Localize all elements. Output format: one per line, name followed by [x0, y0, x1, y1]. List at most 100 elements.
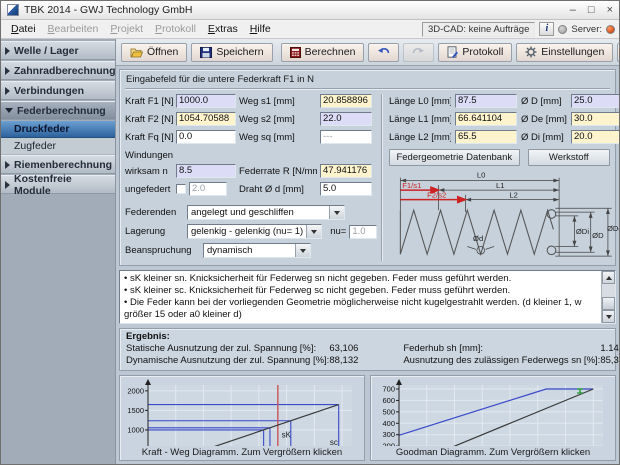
weg-s1-input[interactable]: 20.858896	[320, 94, 372, 108]
menu-datei[interactable]: Datei	[5, 21, 42, 37]
protokoll-button[interactable]: Protokoll	[438, 43, 512, 62]
cad-status-field: 3D-CAD: keine Aufträge	[422, 22, 535, 37]
info-button[interactable]: i	[539, 22, 554, 36]
dim-de-label: ØDe	[607, 224, 620, 233]
menu-extras[interactable]: Extras	[202, 21, 244, 37]
chevron-down-icon[interactable]	[329, 206, 344, 219]
kraft-f1-input[interactable]: 1000.0	[176, 94, 236, 108]
menubar: Datei Bearbeiten Projekt Protokoll Extra…	[1, 20, 619, 39]
dim-l0-label: L0	[477, 171, 486, 180]
svg-text:2000: 2000	[127, 386, 144, 395]
weg-s2-input[interactable]: 22.0	[320, 112, 372, 126]
titlebar: TBK 2014 - GWJ Technology GmbH – □ ×	[1, 1, 619, 20]
warnings-box[interactable]: • sK kleiner sn. Knicksicherheit für Fed…	[119, 270, 616, 324]
federenden-select[interactable]: angelegt und geschliffen	[187, 205, 345, 220]
federhub-label: Federhub sh [mm]:	[403, 343, 600, 354]
svg-text:sc: sc	[330, 438, 338, 446]
svg-text:400: 400	[382, 419, 395, 428]
sidebar-item-verbindungen[interactable]: Verbindungen	[1, 81, 115, 100]
force-f2-label: F2/s2	[427, 191, 446, 200]
dim-di-label: ØDi	[576, 227, 589, 236]
sidebar-item-druckfeder[interactable]: Druckfeder	[1, 121, 115, 138]
sidebar-item-welle-lager[interactable]: Welle / Lager	[1, 41, 115, 60]
save-disk-icon	[200, 47, 212, 58]
federrate-input[interactable]: 47.941176	[320, 164, 372, 178]
kraft-weg-chart[interactable]: 051015202530350500100015002000s1s2sKsnsc	[122, 378, 362, 446]
sidebar-item-zugfeder[interactable]: Zugfeder	[1, 138, 115, 155]
werkstoff-button[interactable]: Werkstoff	[528, 149, 610, 166]
document-icon	[447, 46, 458, 58]
maximize-button[interactable]: □	[588, 5, 595, 16]
sidebar-item-zahnradberechnung[interactable]: Zahnradberechnung	[1, 61, 115, 80]
wirksam-n-label: wirksam n	[125, 166, 173, 177]
open-button[interactable]: Öffnen	[121, 43, 187, 62]
sidebar-item-riemenberechnung[interactable]: Riemenberechnung	[1, 155, 115, 174]
kraft-weg-chart-panel[interactable]: 051015202530350500100015002000s1s2sKsnsc…	[119, 375, 365, 461]
menu-projekt[interactable]: Projekt	[104, 21, 149, 37]
chevron-down-icon[interactable]	[295, 244, 310, 257]
warning-line: • sK kleiner sc. Knicksicherheit für Fed…	[124, 285, 597, 297]
app-logo-icon	[7, 4, 19, 16]
svg-text:200: 200	[382, 442, 395, 446]
sidebar-item-kostenfreie-module[interactable]: Kostenfreie Module	[1, 175, 115, 194]
close-button[interactable]: ×	[607, 5, 613, 16]
app-window: TBK 2014 - GWJ Technology GmbH – □ × Dat…	[0, 0, 620, 465]
dynamic-utilization-value: 88,132	[329, 355, 389, 366]
open-folder-icon	[130, 47, 143, 58]
menu-hilfe[interactable]: Hilfe	[244, 21, 277, 37]
svg-text:sK: sK	[282, 430, 292, 439]
menu-protokoll[interactable]: Protokoll	[149, 21, 202, 37]
redo-button[interactable]	[403, 43, 434, 62]
lagerung-select[interactable]: gelenkig - gelenkig (nu= 1)	[187, 224, 322, 239]
undo-icon	[377, 47, 390, 57]
save-button[interactable]: Speichern	[191, 43, 272, 62]
goodman-chart-panel[interactable]: 0100200300400500600700010020030040050060…	[370, 375, 616, 461]
scroll-up-button[interactable]	[602, 271, 615, 284]
lagerung-label: Lagerung	[125, 226, 187, 237]
window-title: TBK 2014 - GWJ Technology GmbH	[24, 4, 570, 16]
sidebar-item-federberechnung[interactable]: Federberechnung	[1, 101, 115, 120]
weg-sq-input[interactable]: ---	[320, 130, 372, 144]
kraft-f2-input[interactable]: 1054.70588	[176, 112, 236, 126]
kraft-fq-input[interactable]: 0.0	[176, 130, 236, 144]
chevron-right-icon	[5, 87, 10, 95]
laenge-l0-input[interactable]: 87.5	[455, 94, 517, 108]
federhub-value: 1.141104	[600, 343, 620, 354]
goodman-chart[interactable]: 0100200300400500600700010020030040050060…	[373, 378, 613, 446]
ungefedert-checkbox[interactable]	[176, 184, 186, 194]
svg-text:600: 600	[382, 396, 395, 405]
menu-bearbeiten[interactable]: Bearbeiten	[42, 21, 105, 37]
scroll-thumb[interactable]	[602, 297, 615, 310]
d-input[interactable]: 25.0	[571, 94, 620, 108]
warnings-scrollbar[interactable]	[601, 271, 615, 323]
windungen-section-label: Windungen	[125, 150, 377, 161]
warning-line: • sK kleiner sn. Knicksicherheit für Fed…	[124, 273, 597, 285]
laenge-l1-input[interactable]: 66.641104	[455, 112, 517, 126]
federweg-utilization-value: 85,398	[600, 355, 620, 366]
calculate-button[interactable]: Berechnen	[281, 43, 365, 62]
warning-line: • Die Feder kann bei der vorliegenden Ge…	[124, 297, 597, 321]
de-input[interactable]: 30.0	[571, 112, 620, 126]
beanspruchung-label: Beanspruchung	[125, 245, 203, 256]
ungefedert-input[interactable]: 2.0	[189, 182, 227, 196]
settings-button[interactable]: Einstellungen	[516, 43, 613, 62]
toolbar: Öffnen Speichern Berechnen	[116, 39, 619, 66]
goodman-chart-caption: Goodman Diagramm. Zum Vergrößern klicken	[396, 446, 590, 460]
dim-d-label: Ød	[473, 234, 483, 243]
nu-input[interactable]: 1.0	[349, 225, 377, 239]
laenge-l2-input[interactable]: 65.5	[455, 130, 517, 144]
weg-s1-label: Weg s1 [mm]	[239, 96, 317, 107]
chevron-down-icon[interactable]	[306, 225, 321, 238]
minimize-button[interactable]: –	[570, 5, 576, 16]
beanspruchung-select[interactable]: dynamisch	[203, 243, 311, 258]
draht-input[interactable]: 5.0	[320, 182, 372, 196]
gear-icon	[525, 46, 537, 58]
di-input[interactable]: 20.0	[571, 130, 620, 144]
federgeometrie-datenbank-button[interactable]: Federgeometrie Datenbank	[389, 149, 520, 166]
spring-diagram: L0 L1 L2 Ød ØDi ØD ØDe F1/s1	[389, 170, 620, 258]
draht-label: Draht Ø d [mm]	[239, 184, 317, 195]
wirksam-n-input[interactable]: 8.5	[176, 164, 236, 178]
federweg-utilization-label: Ausnutzung des zulässigen Federwegs sn […	[403, 355, 600, 366]
scroll-down-button[interactable]	[602, 310, 615, 323]
undo-button[interactable]	[368, 43, 399, 62]
